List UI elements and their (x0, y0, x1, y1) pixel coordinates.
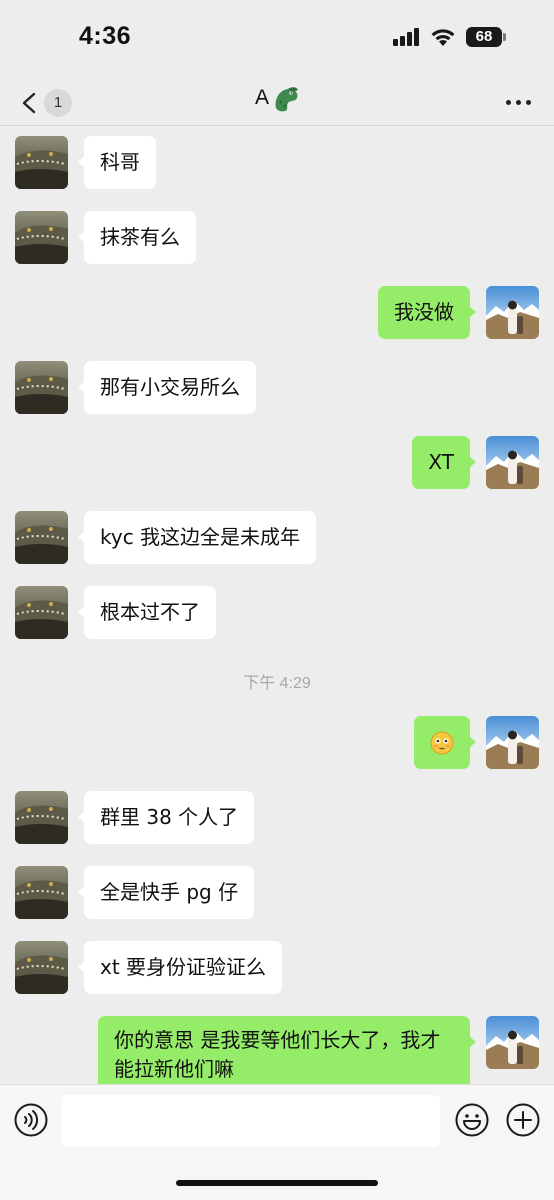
status-time: 4:36 (79, 22, 132, 50)
wifi-icon (431, 29, 455, 46)
contact-avatar[interactable] (15, 866, 68, 919)
home-indicator (176, 1180, 378, 1186)
contact-avatar[interactable] (15, 586, 68, 639)
chevron-left-icon (22, 92, 36, 114)
my-avatar[interactable] (486, 716, 539, 769)
message-bubble[interactable]: kyc 我这边全是未成年 (77, 511, 317, 564)
message-bubble[interactable]: 那有小交易所么 (78, 361, 256, 414)
crocodile-icon (275, 87, 298, 112)
message-bubble[interactable]: 根本过不了 (78, 586, 216, 639)
unread-count-badge: 1 (44, 89, 72, 117)
message-bubble[interactable]: 抹茶有么 (78, 211, 196, 264)
contact-avatar[interactable] (15, 211, 68, 264)
battery-tip (503, 33, 506, 41)
message-list[interactable]: 科哥 抹茶有么 我没做 那有小交易所么 XT kyc 我这边全是未成年 根本过不… (0, 127, 554, 1085)
my-avatar[interactable] (486, 436, 539, 489)
emoji-picker-icon[interactable] (455, 1103, 489, 1137)
cellular-signal-icon (393, 28, 419, 46)
contact-avatar[interactable] (15, 361, 68, 414)
chat-title: A (255, 86, 270, 109)
message-bubble[interactable] (414, 716, 476, 769)
message-bubble[interactable]: xt 要身份证验证么 (77, 941, 283, 994)
more-dot-icon (506, 100, 511, 105)
message-timestamp: 下午 4:29 (243, 675, 311, 692)
more-dot-icon (516, 100, 521, 105)
status-bar: 4:36 68 (0, 0, 554, 78)
more-options-button[interactable] (502, 88, 536, 116)
contact-avatar[interactable] (15, 791, 68, 844)
more-dot-icon (526, 100, 531, 105)
contact-avatar[interactable] (15, 941, 68, 994)
battery-indicator: 68 (466, 27, 502, 47)
message-bubble[interactable]: 我没做 (378, 286, 476, 339)
message-text-input[interactable] (62, 1095, 440, 1147)
message-bubble[interactable]: 全是快手 pg 仔 (77, 866, 255, 919)
message-bubble[interactable]: 科哥 (78, 136, 156, 189)
contact-avatar[interactable] (15, 511, 68, 564)
message-bubble[interactable]: 群里 38 个人了 (77, 791, 255, 844)
flushed-face-emoji-icon (430, 731, 454, 755)
message-bubble[interactable]: 你的意思 是我要等他们长大了，我才能拉新他们嘛 (98, 1016, 476, 1085)
chat-header: 1 A (0, 78, 554, 126)
more-actions-plus-icon[interactable] (506, 1103, 540, 1137)
my-avatar[interactable] (486, 1016, 539, 1069)
back-button[interactable]: 1 (14, 86, 74, 120)
my-avatar[interactable] (486, 286, 539, 339)
contact-avatar[interactable] (15, 136, 68, 189)
voice-input-icon[interactable] (14, 1103, 48, 1137)
message-bubble[interactable]: XT (412, 436, 476, 489)
